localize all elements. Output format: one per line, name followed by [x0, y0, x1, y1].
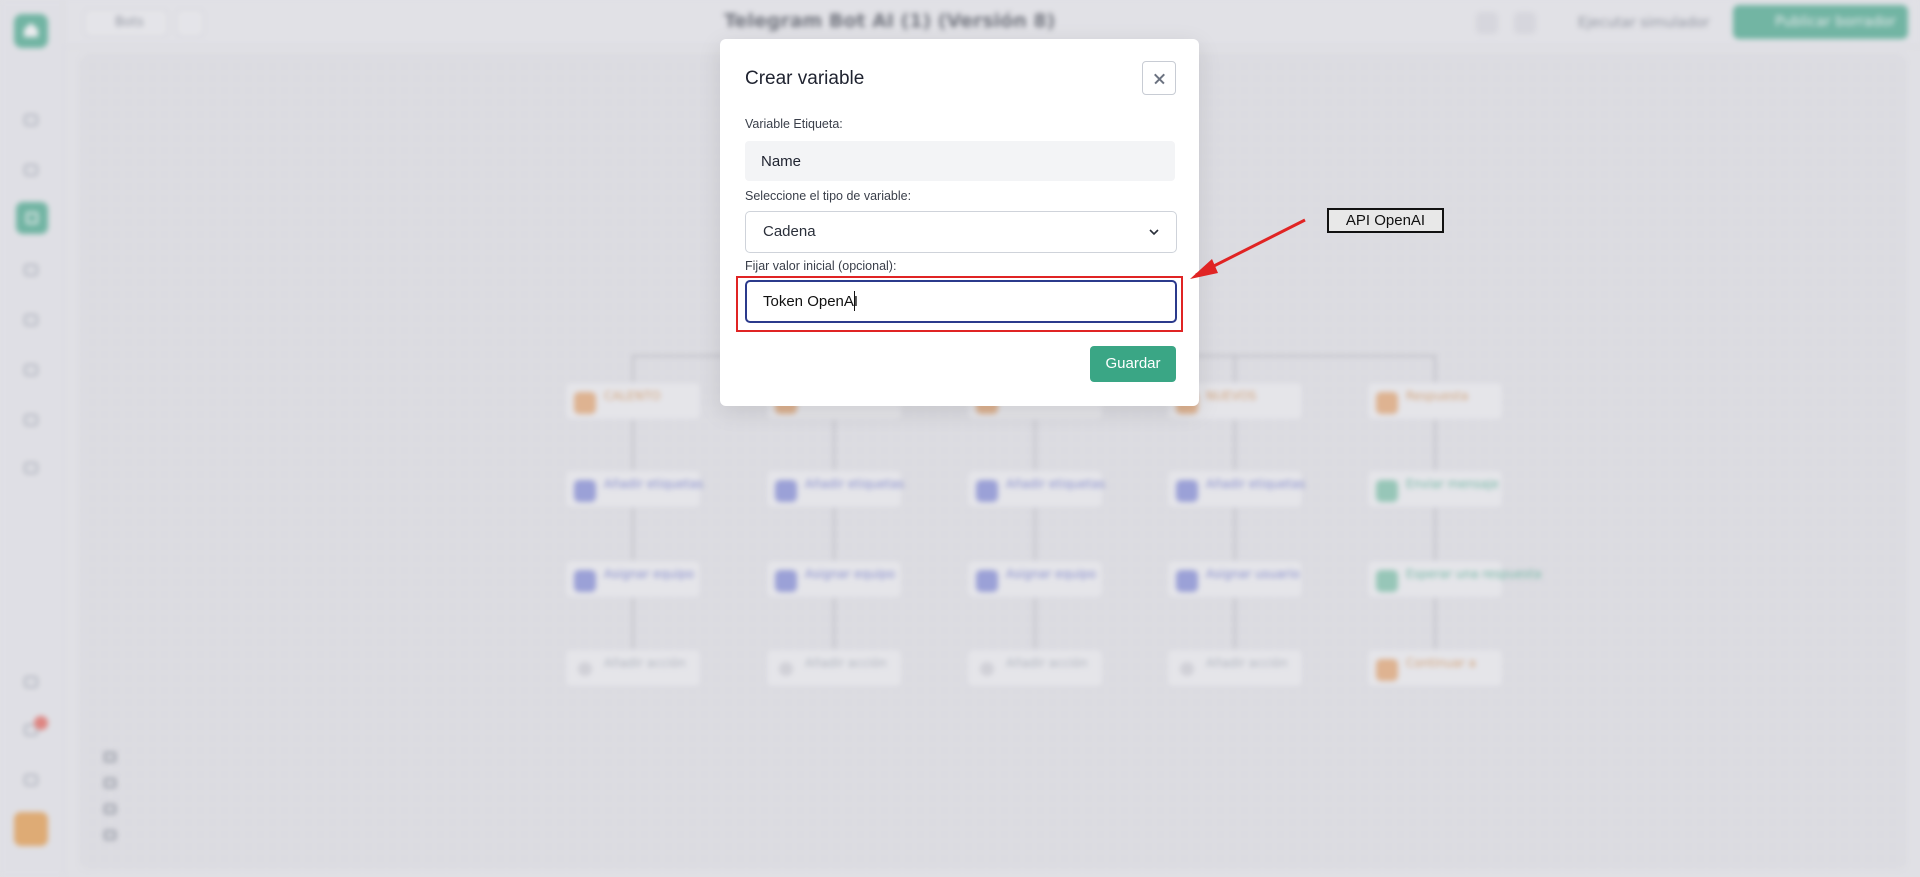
create-variable-dialog: Crear variable Variable Etiqueta: Selecc…	[720, 39, 1199, 406]
variable-label-input[interactable]	[745, 141, 1175, 181]
variable-label-label: Variable Etiqueta:	[745, 117, 843, 131]
dialog-title: Crear variable	[745, 68, 865, 89]
close-icon[interactable]	[1142, 61, 1176, 95]
initial-value-label: Fijar valor inicial (opcional):	[745, 259, 897, 273]
variable-type-select[interactable]: Cadena	[745, 211, 1177, 253]
callout-label: API OpenAI	[1327, 208, 1444, 233]
highlight-box	[736, 276, 1183, 332]
variable-type-label: Seleccione el tipo de variable:	[745, 189, 912, 203]
save-button[interactable]: Guardar	[1090, 346, 1176, 382]
chevron-down-icon	[1149, 229, 1159, 236]
annotation-arrow-icon	[1190, 218, 1306, 279]
variable-type-value: Cadena	[763, 223, 816, 240]
